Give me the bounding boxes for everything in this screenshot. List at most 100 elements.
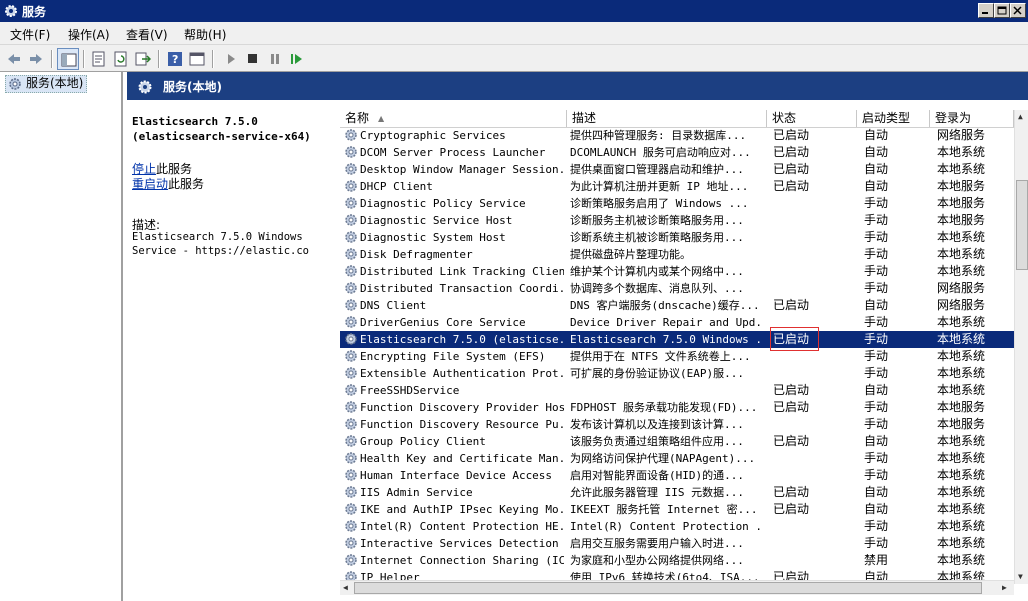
service-row[interactable]: DHCP Client 为此计算机注册并更新 IP 地址... 已启动 自动 本地服务	[340, 178, 1014, 195]
toolbar: ?	[0, 44, 1028, 72]
service-row[interactable]: DriverGenius Core Service Device Driver R…	[340, 314, 1014, 331]
tree-item-services-local[interactable]: 服务(本地)	[5, 75, 88, 95]
window-title: 服务	[22, 5, 47, 19]
service-row[interactable]: DCOM Server Process Launcher DCOMLAUNCH 服…	[340, 144, 1014, 161]
service-name: Health Key and Certificate Man...	[360, 452, 564, 465]
menu-view[interactable]: 查看(V)	[126, 26, 168, 43]
service-row[interactable]: Function Discovery Resource Pu... 发布该计算机以…	[340, 416, 1014, 433]
svg-text:?: ?	[172, 53, 178, 66]
service-logon-as: 本地系统	[937, 332, 986, 346]
service-name: DHCP Client	[360, 180, 433, 193]
service-description: 启用交互服务需要用户输入时进...	[570, 537, 744, 550]
menu-action[interactable]: 操作(A)	[68, 26, 110, 43]
tree-pane: 服务(本地)	[0, 72, 123, 601]
export-icon[interactable]	[132, 48, 154, 70]
service-row[interactable]: Extensible Authentication Prot... 可扩展的身份验…	[340, 365, 1014, 382]
pause-icon[interactable]	[264, 48, 286, 70]
service-row[interactable]: Desktop Window Manager Session... 提供桌面窗口管…	[340, 161, 1014, 178]
service-startup-type: 自动	[864, 128, 889, 142]
service-row[interactable]: Internet Connection Sharing (ICS) 为家庭和小型办…	[340, 552, 1014, 569]
service-row[interactable]: FreeSSHDService 已启动 自动 本地系统	[340, 382, 1014, 399]
service-row[interactable]: Intel(R) Content Protection HE... Intel(R…	[340, 518, 1014, 535]
service-logon-as: 本地系统	[937, 230, 986, 244]
service-row[interactable]: Group Policy Client 该服务负责通过组策略组件应用... 已启动 自…	[340, 433, 1014, 450]
service-row[interactable]: Health Key and Certificate Man... 为网络访问保护…	[340, 450, 1014, 467]
service-row[interactable]: Distributed Link Tracking Client 维护某个计算机内…	[340, 263, 1014, 280]
service-startup-type: 手动	[864, 315, 889, 329]
service-row[interactable]: IIS Admin Service 允许此服务器管理 IIS 元数据... 已启动 自…	[340, 484, 1014, 501]
forward-arrow-icon[interactable]	[25, 48, 47, 70]
column-name-label: 名称	[345, 111, 370, 125]
scroll-up-arrow-icon[interactable]: ▲	[1018, 112, 1023, 121]
show-tree-icon[interactable]	[57, 48, 79, 70]
column-header-description[interactable]: 描述	[567, 110, 767, 127]
service-row[interactable]: Elasticsearch 7.5.0 (elasticse... Elastic…	[340, 331, 1014, 348]
maximize-button[interactable]	[994, 3, 1010, 18]
services-gear-icon	[8, 77, 22, 95]
service-description: 发布该计算机以及连接到该计算...	[570, 418, 744, 431]
service-status: 已启动	[773, 485, 810, 499]
service-row[interactable]: Diagnostic Service Host 诊断服务主机被诊断策略服务用...…	[340, 212, 1014, 229]
service-row[interactable]: Diagnostic System Host 诊断系统主机被诊断策略服务用... 手…	[340, 229, 1014, 246]
service-row[interactable]: Distributed Transaction Coordi... 协调跨多个数据…	[340, 280, 1014, 297]
service-startup-type: 手动	[864, 400, 889, 414]
service-name: Function Discovery Provider Host	[360, 401, 564, 414]
properties-icon[interactable]	[88, 48, 110, 70]
vertical-scroll-thumb[interactable]	[1016, 180, 1028, 270]
back-arrow-icon[interactable]	[3, 48, 25, 70]
service-status: 已启动	[773, 162, 810, 176]
close-button[interactable]	[1010, 3, 1026, 18]
service-name: Encrypting File System (EFS)	[360, 350, 546, 363]
restart-service-link[interactable]: 重启动	[132, 177, 168, 191]
pane-header: 服务(本地)	[127, 72, 1028, 100]
service-name: FreeSSHDService	[360, 384, 460, 397]
play-icon[interactable]	[220, 48, 242, 70]
service-description: Intel(R) Content Protection ...	[570, 520, 762, 533]
column-header-status[interactable]: 状态	[767, 110, 857, 127]
service-logon-as: 本地系统	[937, 519, 986, 533]
service-row[interactable]: IKE and AuthIP IPsec Keying Mo... IKEEXT …	[340, 501, 1014, 518]
service-startup-type: 手动	[864, 468, 889, 482]
service-row[interactable]: DNS Client DNS 客户端服务(dnscache)缓存... 已启动 自动 网…	[340, 297, 1014, 314]
service-row[interactable]: Encrypting File System (EFS) 提供用于在 NTFS 文…	[340, 348, 1014, 365]
restart-icon[interactable]	[286, 48, 308, 70]
service-startup-type: 手动	[864, 332, 889, 346]
column-header-logon[interactable]: 登录为	[930, 110, 1014, 127]
scroll-down-arrow-icon[interactable]: ▼	[1018, 572, 1023, 581]
service-name: Disk Defragmenter	[360, 248, 473, 261]
minimize-button[interactable]	[978, 3, 994, 18]
help-icon[interactable]: ?	[164, 48, 186, 70]
service-name: DCOM Server Process Launcher	[360, 146, 546, 159]
service-startup-type: 手动	[864, 349, 889, 363]
stop-icon[interactable]	[242, 48, 264, 70]
service-logon-as: 本地系统	[937, 553, 986, 567]
service-row[interactable]: Human Interface Device Access 启用对智能界面设备(H…	[340, 467, 1014, 484]
stop-service-link[interactable]: 停止	[132, 162, 156, 176]
service-row[interactable]: Function Discovery Provider Host FDPHOST …	[340, 399, 1014, 416]
console-view-icon[interactable]	[186, 48, 208, 70]
toolbar-separator	[83, 50, 85, 68]
refresh-icon[interactable]	[110, 48, 132, 70]
service-name: IKE and AuthIP IPsec Keying Mo...	[360, 503, 564, 516]
service-description: FDPHOST 服务承载功能发现(FD)...	[570, 401, 758, 414]
column-header-name[interactable]: 名称 ▲	[340, 110, 567, 127]
service-name: Diagnostic System Host	[360, 231, 506, 244]
column-header-startup-type[interactable]: 启动类型	[857, 110, 930, 127]
detail-description-line2: Service - https://elastic.co	[132, 245, 310, 257]
scroll-right-arrow-icon[interactable]: ▶	[1002, 583, 1007, 592]
window-title-bar[interactable]: 服务	[0, 0, 1028, 22]
horizontal-scrollbar[interactable]: ◀ ▶	[340, 580, 1014, 595]
menu-file[interactable]: 文件(F)	[10, 26, 50, 43]
service-row[interactable]: Cryptographic Services 提供四种管理服务: 目录数据库...…	[340, 127, 1014, 144]
service-row[interactable]: Disk Defragmenter 提供磁盘碎片整理功能。 手动 本地系统	[340, 246, 1014, 263]
horizontal-scroll-thumb[interactable]	[354, 582, 982, 594]
scroll-left-arrow-icon[interactable]: ◀	[343, 583, 348, 592]
service-startup-type: 自动	[864, 383, 889, 397]
menu-bar: 文件(F) 操作(A) 查看(V) 帮助(H)	[0, 22, 1028, 44]
vertical-scrollbar[interactable]: ▲ ▼	[1014, 110, 1028, 584]
service-row[interactable]: Diagnostic Policy Service 诊断策略服务启用了 Windo…	[340, 195, 1014, 212]
service-row[interactable]: Interactive Services Detection 启用交互服务需要用户…	[340, 535, 1014, 552]
service-status: 已启动	[773, 383, 810, 397]
menu-help[interactable]: 帮助(H)	[184, 26, 226, 43]
column-header-row: 名称 ▲ 描述 状态 启动类型 登录为	[340, 110, 1028, 128]
